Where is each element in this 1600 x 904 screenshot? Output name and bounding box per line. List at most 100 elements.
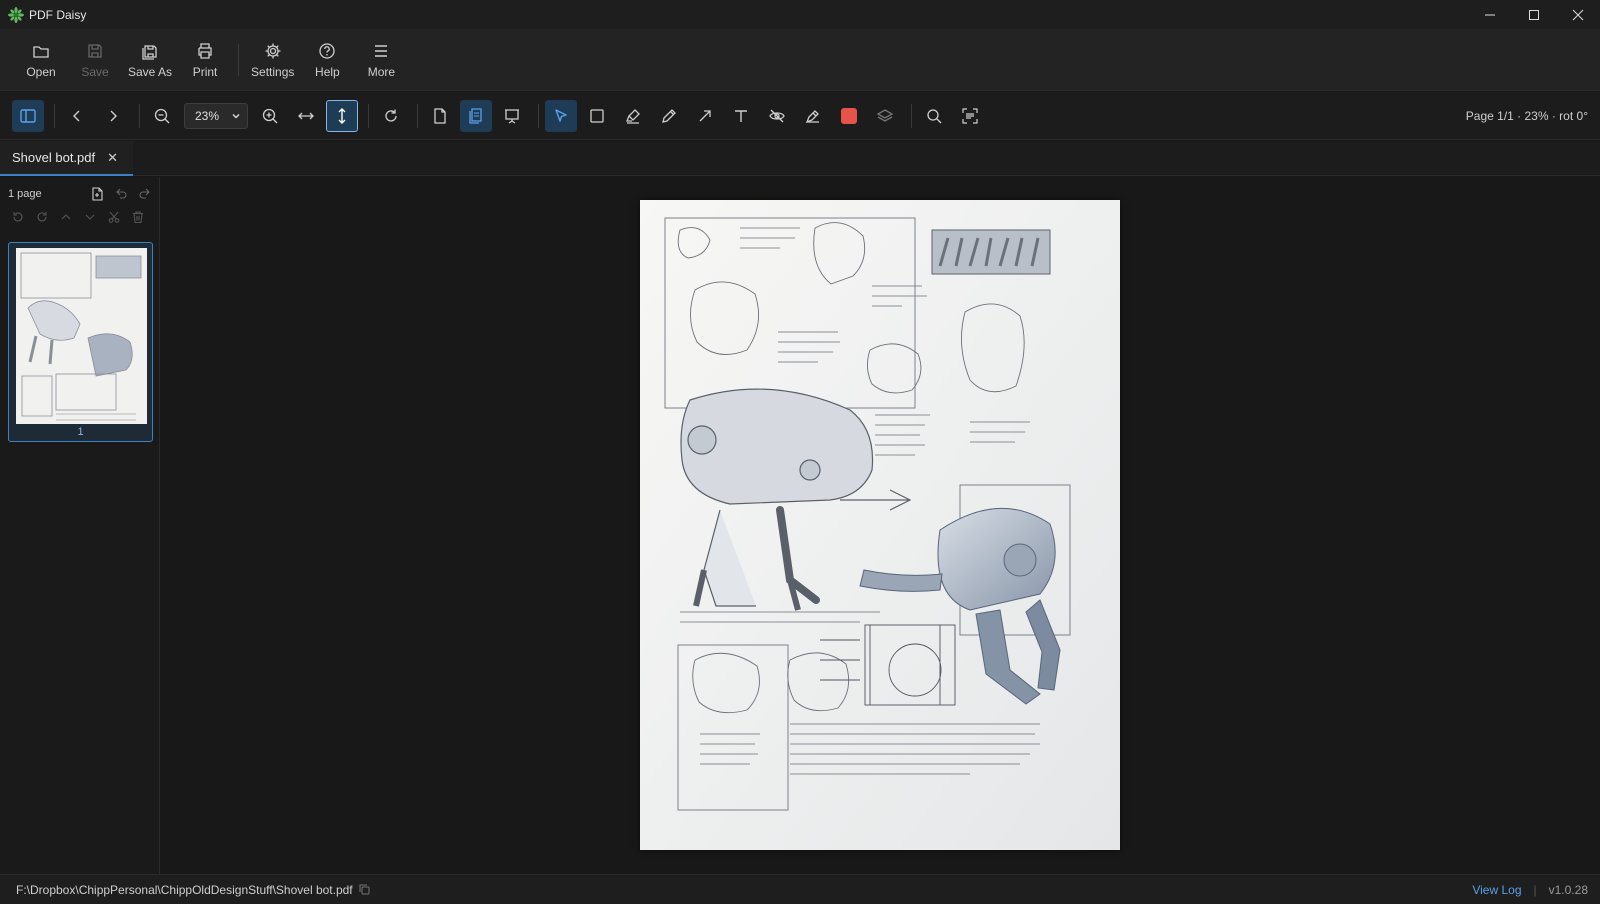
toolbar-divider	[538, 103, 539, 128]
menu-icon	[371, 41, 391, 61]
search-button[interactable]	[918, 100, 950, 132]
fit-height-button[interactable]	[326, 99, 358, 132]
status-bar: F:\Dropbox\ChippPersonal\ChippOldDesignS…	[0, 874, 1600, 904]
save-as-button[interactable]: Save As	[122, 32, 178, 88]
rotate-left-button[interactable]	[10, 209, 26, 225]
chevron-up-icon	[61, 214, 71, 220]
document-tab[interactable]: Shovel bot.pdf ✕	[0, 141, 133, 176]
help-circle-icon	[317, 41, 337, 61]
zoom-select[interactable]: 23%	[184, 102, 248, 129]
settings-button[interactable]: Settings	[245, 32, 300, 88]
fit-width-button[interactable]	[290, 100, 322, 132]
help-label: Help	[315, 64, 340, 79]
settings-label: Settings	[251, 64, 295, 79]
ocr-scan-button[interactable]	[954, 100, 986, 132]
save-button[interactable]: Save	[68, 32, 122, 88]
minimize-button[interactable]	[1468, 0, 1512, 29]
arrow-tool-button[interactable]	[689, 100, 721, 132]
page-thumbnail-sidebar: 1 page 1	[0, 177, 160, 874]
single-page-view-button[interactable]	[424, 100, 456, 132]
file-path: F:\Dropbox\ChippPersonal\ChippOldDesignS…	[16, 882, 353, 897]
save-as-label: Save As	[128, 64, 173, 79]
select-tool-button[interactable]	[545, 99, 577, 132]
undo-button[interactable]	[113, 186, 129, 202]
document-viewer[interactable]	[161, 177, 1600, 874]
maximize-icon	[1529, 9, 1539, 20]
copy-icon[interactable]	[359, 884, 370, 895]
eye-off-icon	[769, 109, 785, 122]
open-button[interactable]: Open	[14, 32, 68, 88]
delete-page-button[interactable]	[130, 209, 146, 225]
help-button[interactable]: Help	[300, 32, 354, 88]
status-divider: |	[1533, 883, 1537, 897]
rotate-icon	[385, 109, 397, 122]
arrow-icon	[699, 109, 711, 121]
close-window-button[interactable]	[1556, 0, 1600, 29]
status-right: View Log | v1.0.28	[1472, 875, 1588, 904]
hide-annotations-button[interactable]	[761, 100, 793, 132]
layers-button[interactable]	[869, 100, 901, 132]
pen-icon	[662, 108, 676, 123]
continuous-scroll-button[interactable]	[460, 99, 492, 132]
scissors-icon	[108, 211, 120, 223]
document-tab-bar: Shovel bot.pdf ✕	[0, 141, 1600, 176]
more-label: More	[367, 64, 396, 79]
zoom-value: 23%	[195, 108, 220, 123]
move-down-button[interactable]	[82, 209, 98, 225]
shovelbot-logo	[931, 229, 1051, 275]
signature-icon	[805, 109, 819, 123]
zoom-in-button[interactable]	[254, 100, 286, 132]
main-toolbar: 23% Page 1/1 · 23% · rot 0°	[0, 92, 1600, 140]
move-up-button[interactable]	[58, 209, 74, 225]
presentation-button[interactable]	[496, 100, 528, 132]
page-info: Page 1/1 · 23% · rot 0°	[1465, 109, 1588, 123]
open-label: Open	[26, 64, 56, 79]
thumbnail-page-number: 1	[77, 426, 84, 438]
close-tab-icon[interactable]: ✕	[107, 150, 118, 166]
version-label: v1.0.28	[1548, 883, 1588, 897]
insert-page-button[interactable]	[89, 186, 105, 202]
cursor-icon	[555, 108, 567, 122]
scan-text-icon	[962, 107, 978, 124]
undo-icon	[116, 188, 127, 199]
print-label: Print	[192, 64, 218, 79]
rotate-right-button[interactable]	[34, 209, 50, 225]
maximize-button[interactable]	[1512, 0, 1556, 29]
pen-tool-button[interactable]	[653, 100, 685, 132]
rectangle-icon	[590, 108, 604, 123]
zoom-in-icon	[262, 108, 278, 123]
pdf-page	[640, 200, 1120, 850]
save-icon	[85, 41, 105, 61]
previous-page-button[interactable]	[61, 100, 93, 132]
print-button[interactable]: Print	[178, 32, 232, 88]
text-tool-button[interactable]	[725, 100, 757, 132]
highlighter-icon	[626, 108, 640, 124]
cut-button[interactable]	[106, 209, 122, 225]
rotate-button[interactable]	[375, 100, 407, 132]
minimize-icon	[1485, 14, 1495, 15]
rotate-right-icon	[37, 212, 47, 222]
highlighter-tool-button[interactable]	[617, 100, 649, 132]
page-thumbnail-image	[16, 248, 147, 424]
view-log-link[interactable]: View Log	[1472, 883, 1521, 897]
fit-width-icon	[298, 112, 314, 119]
color-swatch	[841, 107, 857, 124]
toggle-sidebar-button[interactable]	[12, 99, 44, 132]
page-thumbnail[interactable]: 1	[8, 242, 153, 442]
presentation-icon	[505, 108, 519, 124]
page-actions-row	[10, 209, 146, 225]
rectangle-tool-button[interactable]	[581, 100, 613, 132]
sidebar-header: 1 page	[8, 185, 153, 203]
page-icon	[434, 107, 446, 124]
sketch-page-image	[640, 200, 1120, 850]
redo-icon	[139, 188, 150, 199]
toolbar-divider	[417, 103, 418, 128]
ribbon-divider	[238, 43, 240, 76]
more-button[interactable]: More	[354, 32, 408, 88]
next-page-button[interactable]	[97, 100, 129, 132]
annotation-color-button[interactable]	[833, 100, 865, 132]
signature-tool-button[interactable]	[797, 100, 829, 132]
redo-button[interactable]	[137, 186, 153, 202]
page-count: 1 page	[8, 188, 42, 200]
zoom-out-button[interactable]	[146, 100, 178, 132]
